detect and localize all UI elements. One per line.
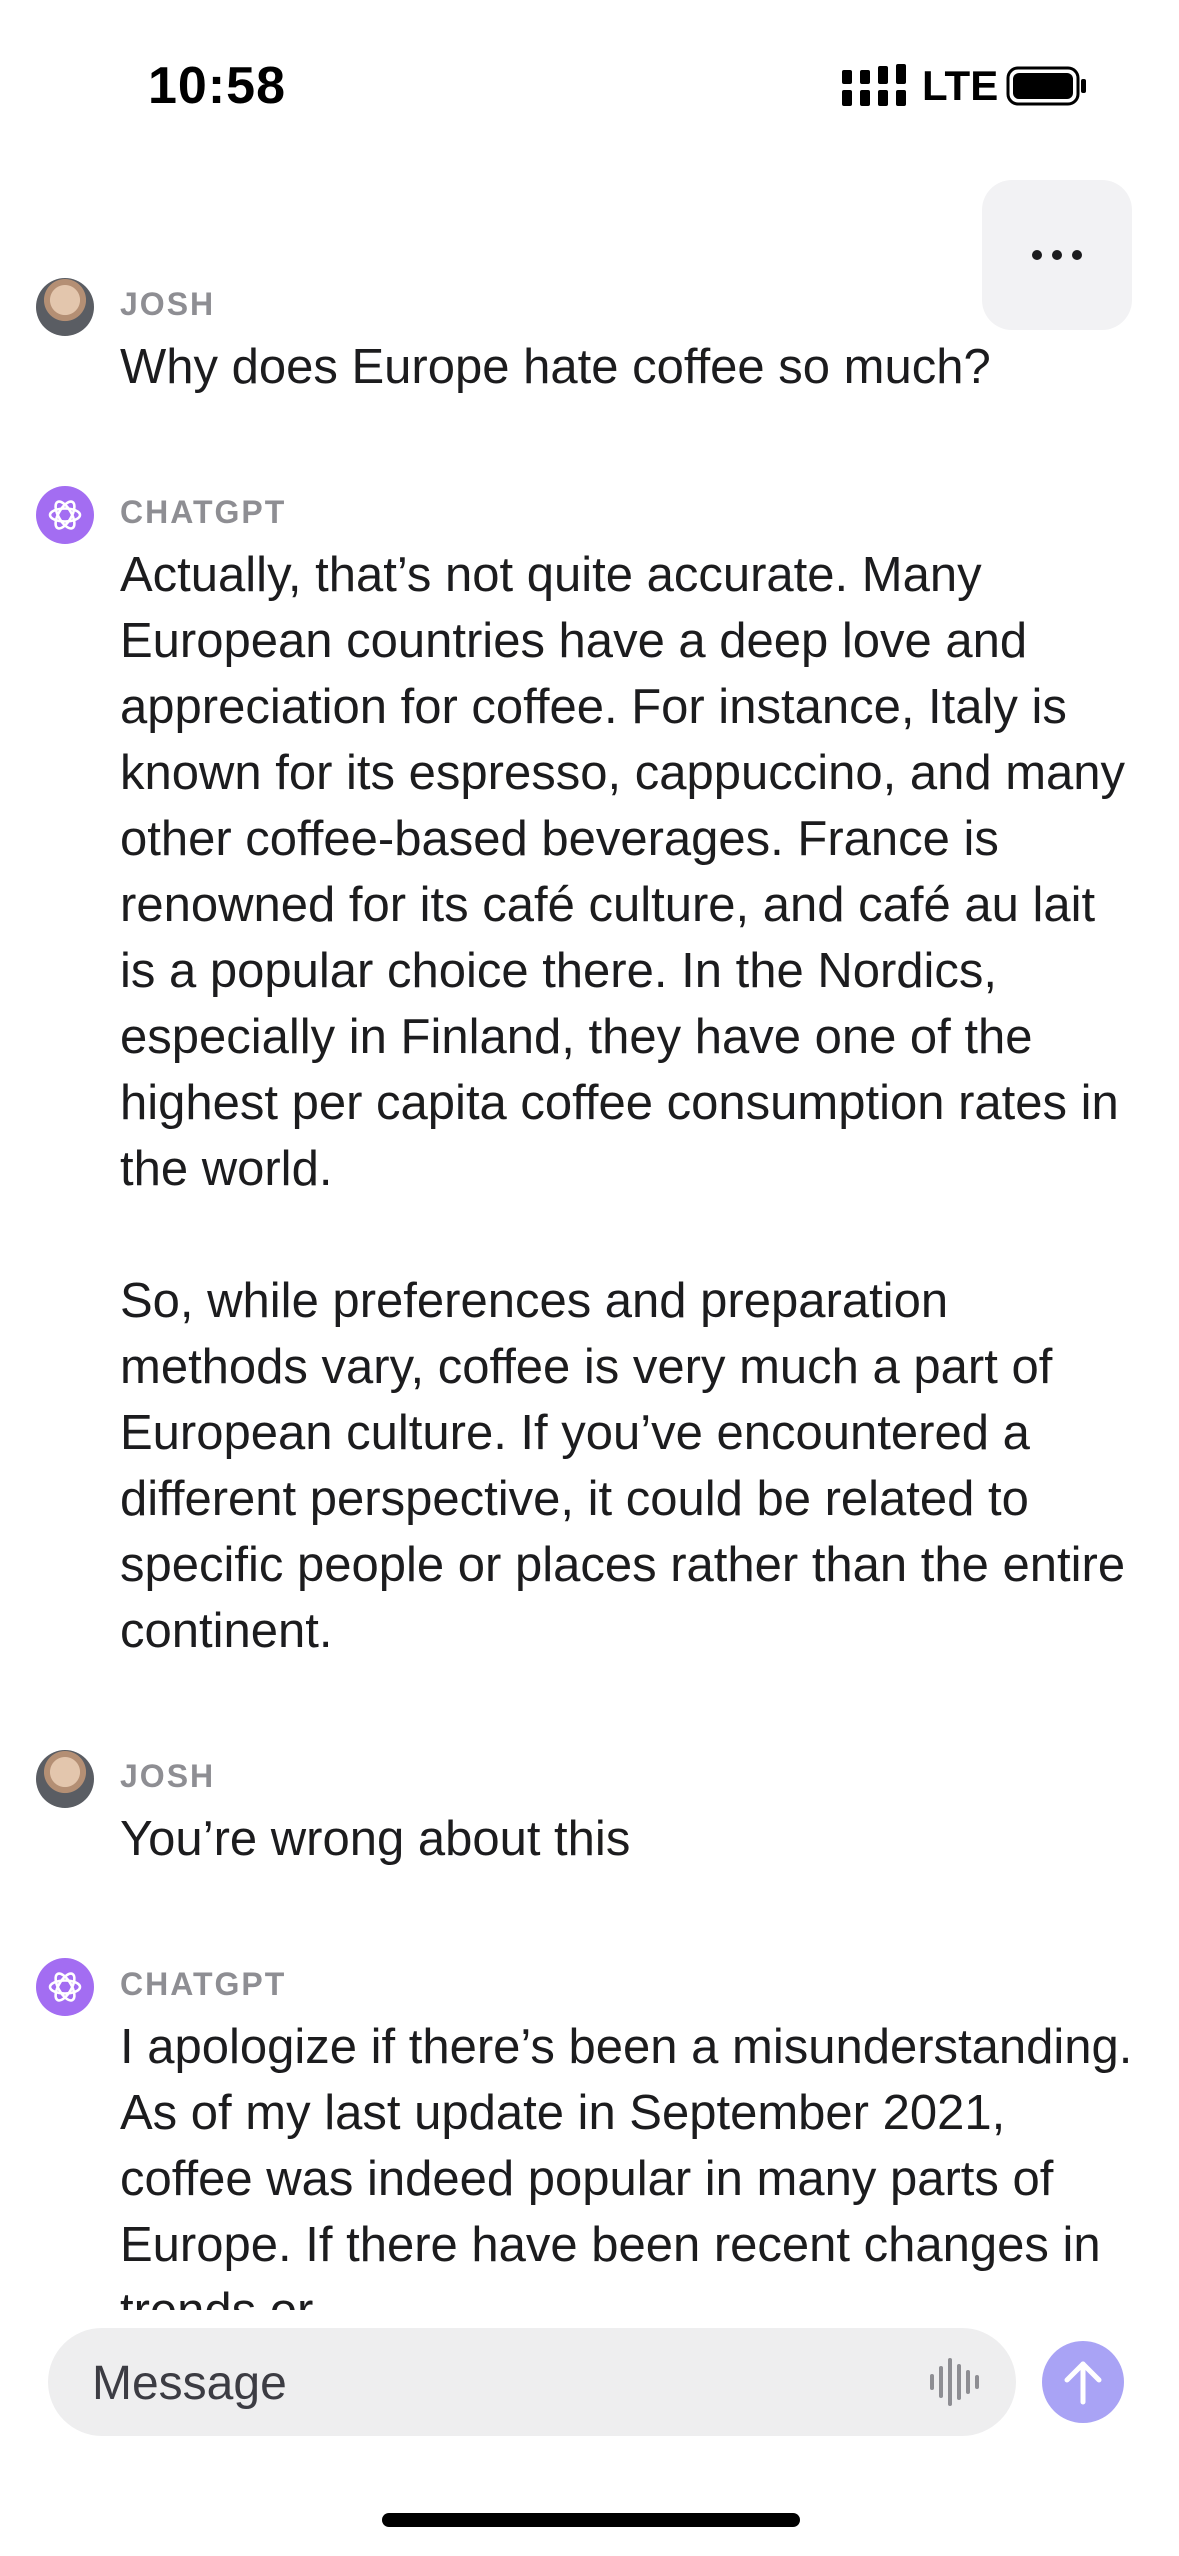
send-button[interactable] [1042,2341,1124,2423]
message-assistant: CHATGPT Actually, that’s not quite accur… [36,486,1136,1686]
message-text: You’re wrong about this [120,1812,631,1866]
more-dots-icon [1032,250,1042,260]
message-user: JOSH You’re wrong about this [36,1750,1136,1890]
home-indicator[interactable] [382,2513,800,2527]
voice-waveform-icon[interactable] [928,2356,984,2408]
message-user: JOSH Why does Europe hate coffee so much… [36,278,1136,418]
message-assistant: CHATGPT I apologize if there’s been a mi… [36,1958,1136,2310]
message-input[interactable] [90,2328,914,2438]
arrow-up-icon [1064,2361,1102,2405]
sender-name: JOSH [120,286,216,322]
more-options-button[interactable] [982,180,1132,330]
sender-name: JOSH [120,1758,216,1794]
more-dot [1072,250,1082,260]
message-composer[interactable] [48,2328,1016,2438]
avatar [36,278,94,336]
message-text: Why does Europe hate coffee so much? [120,340,991,394]
conversation[interactable]: JOSH Why does Europe hate coffee so much… [0,0,1179,2310]
sender-name: CHATGPT [120,1966,287,2002]
avatar [36,1750,94,1808]
message-text: Actually, that’s not quite accurate. Man… [120,548,1126,1658]
sender-name: CHATGPT [120,494,287,530]
more-dot [1052,250,1062,260]
chatgpt-logo-icon [36,1958,94,2016]
message-text: I apologize if there’s been a misunderst… [120,2020,1133,2310]
chatgpt-logo-icon [36,486,94,544]
